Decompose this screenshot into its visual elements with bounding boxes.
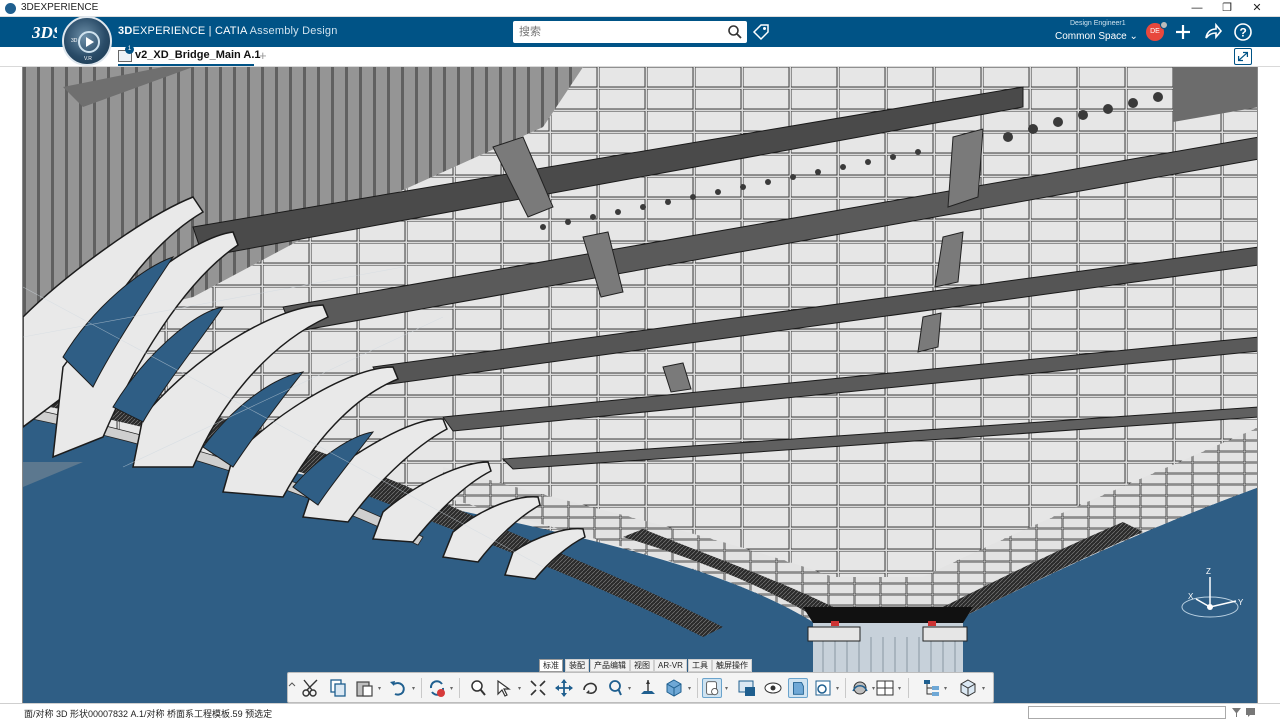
copy-icon[interactable]: [328, 678, 348, 698]
separator: [908, 678, 909, 698]
zoom-area-icon[interactable]: [606, 678, 626, 698]
filter-icon[interactable]: [1231, 707, 1242, 718]
separator: [845, 678, 846, 698]
iso-view-icon[interactable]: [664, 678, 684, 698]
tree-icon[interactable]: [922, 678, 942, 698]
bridge-model-render: Z Y X: [23, 67, 1257, 703]
action-bar: ▾ ▾ ▾ ▾ ▾ ▾ ▾ ▾ ▾ ▾ ▾ ▾: [287, 672, 994, 703]
sections-dropdown-icon[interactable]: ▾: [836, 685, 839, 692]
restore-button[interactable]: ❐: [1212, 0, 1242, 16]
axis-z-label: Z: [1206, 567, 1211, 576]
app-logo-icon: [5, 3, 16, 14]
paste-dropdown-icon[interactable]: ▾: [378, 685, 381, 692]
select-icon[interactable]: [494, 678, 514, 698]
share-icon[interactable]: [1203, 22, 1223, 42]
app-top-bar: 3DS 3DEXPERIENCE | CATIA Assembly Design…: [0, 17, 1280, 47]
3d-viewport[interactable]: Z Y X: [22, 67, 1258, 703]
undo-icon[interactable]: [388, 678, 408, 698]
ambient-icon[interactable]: [850, 678, 870, 698]
paste-icon[interactable]: [354, 678, 374, 698]
help-icon[interactable]: ?: [1233, 22, 1253, 42]
search-input[interactable]: [519, 22, 719, 42]
os-title-bar: 3DEXPERIENCE — ❐ ✕: [0, 0, 1280, 17]
axis-y-label: Y: [1238, 598, 1244, 607]
section-standard[interactable]: 标准: [539, 659, 563, 672]
tree-dropdown-icon[interactable]: ▾: [944, 685, 947, 692]
close-button[interactable]: ✕: [1242, 0, 1272, 16]
minimize-button[interactable]: —: [1182, 0, 1212, 16]
hide-show-icon[interactable]: [737, 678, 757, 698]
rotate-icon[interactable]: [580, 678, 600, 698]
box-dropdown-icon[interactable]: ▾: [982, 685, 985, 692]
normal-view-icon[interactable]: [638, 678, 658, 698]
cut-icon[interactable]: [301, 678, 321, 698]
section-tools[interactable]: 工具: [688, 659, 712, 672]
compass-widget[interactable]: 3D V.R: [62, 16, 112, 66]
sections-icon[interactable]: [813, 678, 833, 698]
zoom-dropdown-icon[interactable]: ▾: [628, 685, 631, 692]
capture-icon[interactable]: [788, 678, 808, 698]
window-title: 3DEXPERIENCE: [21, 2, 99, 13]
app-brand: 3DEXPERIENCE | CATIA Assembly Design: [118, 25, 338, 37]
expand-icon[interactable]: [1234, 48, 1252, 65]
axis-x-label: X: [1188, 592, 1194, 601]
separator: [421, 678, 422, 698]
collapse-icon[interactable]: [288, 678, 296, 698]
status-message: 面/对称 3D 形状00007832 A.1/对称 桥面系工程模板.59 预选定: [24, 709, 273, 719]
section-assembly[interactable]: 装配: [565, 659, 589, 672]
render-dropdown-icon[interactable]: ▾: [725, 685, 728, 692]
zoom-icon[interactable]: [468, 678, 488, 698]
section-ar-vr[interactable]: AR-VR: [654, 659, 687, 672]
view-dropdown-icon[interactable]: ▾: [688, 685, 691, 692]
compass-vr-label: V.R: [84, 56, 92, 62]
3ds-logo-icon: 3DS: [31, 23, 57, 42]
command-input[interactable]: [1028, 706, 1226, 719]
undo-dropdown-icon[interactable]: ▾: [412, 685, 415, 692]
svg-text:?: ?: [1240, 26, 1247, 40]
collab-space-dropdown[interactable]: Common Space ⌄: [1055, 31, 1138, 42]
separator: [459, 678, 460, 698]
search-icon[interactable]: [727, 24, 743, 40]
tab-bridge-main[interactable]: 1 v2_XD_Bridge_Main A.1: [118, 45, 261, 66]
separator: [697, 678, 698, 698]
pan-icon[interactable]: [554, 678, 574, 698]
app-module-name: Assembly Design: [249, 25, 338, 37]
search-box[interactable]: [513, 21, 747, 43]
tab-label: v2_XD_Bridge_Main A.1: [135, 49, 261, 61]
notification-badge: 1: [125, 45, 134, 54]
message-icon[interactable]: [1245, 707, 1256, 718]
play-icon[interactable]: [78, 31, 100, 53]
section-touch[interactable]: 触屏操作: [712, 659, 752, 672]
user-role: Design Engineer1: [1070, 20, 1126, 27]
multi-view-icon[interactable]: [875, 678, 895, 698]
svg-text:3DS: 3DS: [31, 23, 57, 42]
multi-view-dropdown-icon[interactable]: ▾: [898, 685, 901, 692]
status-bar: 面/对称 3D 形状00007832 A.1/对称 桥面系工程模板.59 预选定: [0, 703, 1280, 720]
document-tab-bar: 1 v2_XD_Bridge_Main A.1 +: [0, 45, 1280, 67]
update-icon[interactable]: [427, 678, 447, 698]
fit-all-icon[interactable]: [528, 678, 548, 698]
plus-icon[interactable]: [1173, 22, 1193, 42]
swap-visible-icon[interactable]: [763, 678, 783, 698]
render-style-icon[interactable]: [702, 678, 722, 698]
compass-3d-label: 3D: [71, 38, 78, 44]
tag-icon[interactable]: [752, 23, 770, 41]
update-dropdown-icon[interactable]: ▾: [450, 685, 453, 692]
select-dropdown-icon[interactable]: ▾: [518, 685, 521, 692]
status-dot: [1160, 21, 1168, 29]
3d-box-icon[interactable]: [958, 678, 978, 698]
add-tab-button[interactable]: +: [259, 48, 267, 63]
section-product-edit[interactable]: 产品编辑: [590, 659, 630, 672]
section-view[interactable]: 视图: [630, 659, 654, 672]
